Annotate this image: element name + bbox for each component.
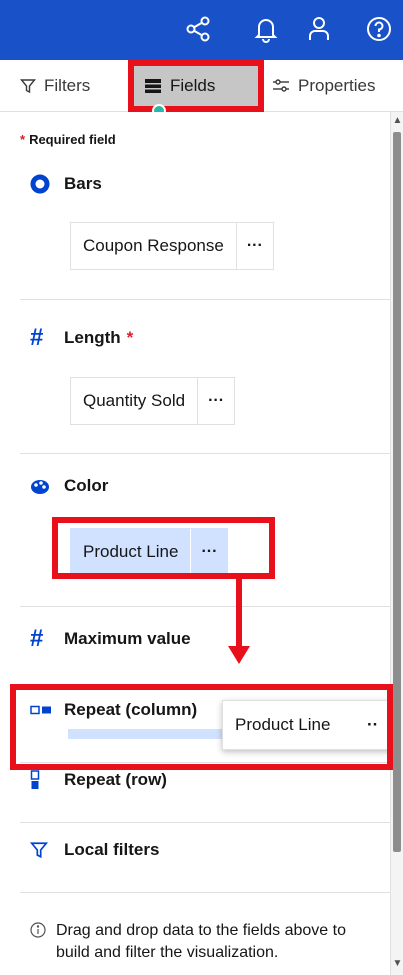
annotation-arrow-line (236, 577, 242, 647)
palette-icon (30, 477, 56, 495)
tab-properties-label: Properties (298, 76, 376, 95)
divider (20, 606, 390, 607)
section-bars-title: Bars (30, 174, 102, 194)
filter-icon (20, 79, 36, 94)
section-repeat-row-title: Repeat (row) (30, 770, 167, 790)
bars-field-more-button[interactable]: ··· (237, 223, 273, 269)
top-header-bar (0, 0, 403, 60)
tab-filters[interactable]: Filters (20, 60, 90, 112)
bars-field-pill[interactable]: Coupon Response ··· (70, 222, 274, 270)
divider (20, 299, 390, 300)
drag-drop-hint: Drag and drop data to the fields above t… (30, 920, 380, 964)
numeric-hash-icon: # (30, 324, 44, 351)
annotation-box-source (52, 517, 275, 579)
length-field-more-button[interactable]: ··· (198, 378, 234, 424)
section-length-title: # Length * (30, 324, 134, 351)
numeric-hash-icon: # (30, 625, 44, 652)
properties-sliders-icon (273, 79, 289, 92)
info-icon (30, 922, 46, 964)
annotation-arrow-head (228, 646, 250, 664)
scroll-down-icon[interactable]: ▼ (391, 957, 403, 971)
filter-icon (30, 841, 56, 859)
share-icon[interactable] (183, 14, 213, 44)
required-star-icon: * (126, 328, 134, 347)
divider (20, 822, 390, 823)
required-star-icon: * (20, 132, 26, 147)
bars-field-label: Coupon Response (71, 223, 237, 269)
section-maximum-value-title: # Maximum value (30, 625, 191, 652)
tab-fields-label: Fields (170, 76, 216, 95)
panel-tabs: Filters Fields Properties (0, 60, 403, 118)
divider (20, 453, 390, 454)
annotation-box-target (10, 684, 393, 770)
scroll-up-icon[interactable]: ▲ (391, 114, 403, 128)
length-field-label: Quantity Sold (71, 378, 199, 424)
donut-icon (30, 174, 56, 194)
length-field-pill[interactable]: Quantity Sold ··· (70, 377, 236, 425)
panel-scrollbar[interactable]: ▲ ▼ (390, 112, 403, 975)
notification-bell-icon[interactable] (251, 14, 281, 44)
repeat-row-icon (30, 770, 56, 790)
tab-fields[interactable]: Fields (128, 60, 264, 118)
scrollbar-thumb[interactable] (393, 132, 401, 852)
divider (20, 892, 390, 893)
help-icon[interactable] (364, 14, 394, 44)
required-field-note: * Required field (20, 132, 116, 147)
fields-icon (145, 79, 161, 93)
tab-filters-label: Filters (44, 76, 91, 95)
section-color-title: Color (30, 476, 108, 496)
section-local-filters-title: Local filters (30, 840, 159, 860)
user-icon[interactable] (304, 14, 334, 44)
tab-properties[interactable]: Properties (272, 60, 375, 112)
